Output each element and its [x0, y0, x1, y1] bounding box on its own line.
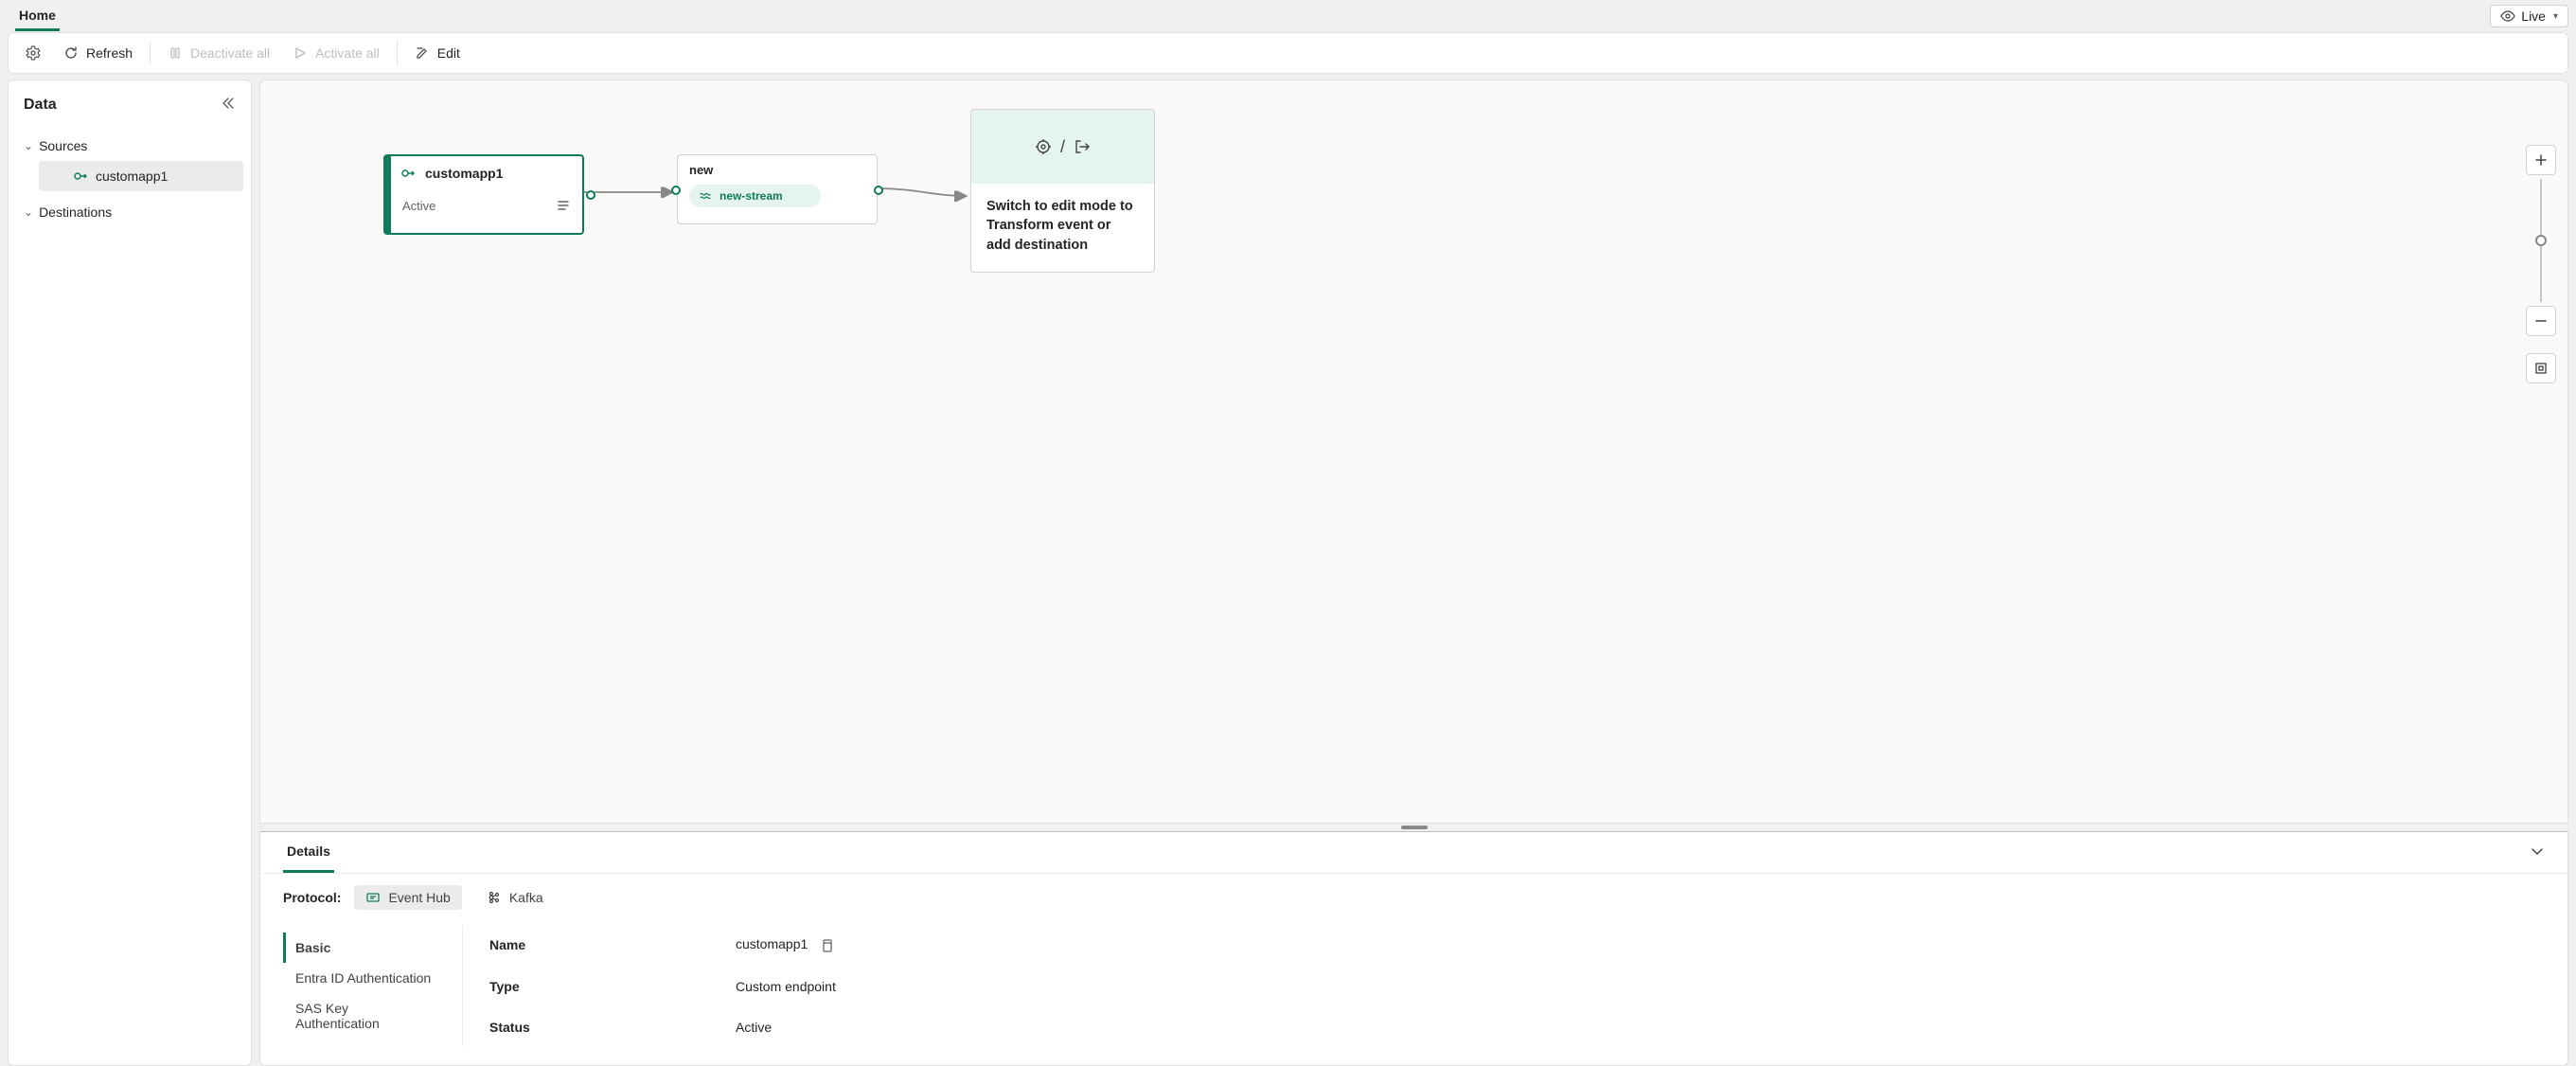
- destinations-label: Destinations: [39, 204, 112, 220]
- zoom-in-button[interactable]: [2526, 145, 2556, 175]
- zoom-out-button[interactable]: [2526, 306, 2556, 336]
- zoom-slider-thumb[interactable]: [2535, 235, 2547, 246]
- field-name-value-row: customapp1: [736, 936, 836, 952]
- activate-all-label: Activate all: [315, 45, 380, 61]
- plus-icon: [2534, 153, 2548, 167]
- details-nav-entra[interactable]: Entra ID Authentication: [283, 963, 443, 993]
- transform-icon: [1034, 137, 1053, 156]
- play-icon: [293, 45, 308, 61]
- minus-icon: [2534, 314, 2548, 328]
- details-nav-basic[interactable]: Basic: [283, 933, 443, 963]
- chevron-down-icon: [2530, 844, 2545, 859]
- chevron-down-icon: ⌄: [24, 139, 33, 152]
- copy-name-button[interactable]: [819, 938, 834, 953]
- panel-resize-handle[interactable]: [259, 824, 2568, 831]
- node-port-out[interactable]: [586, 190, 595, 200]
- protocol-kafka-button[interactable]: Kafka: [475, 885, 555, 910]
- toolbar-separator: [397, 42, 398, 64]
- tree-section-destinations[interactable]: ⌄ Destinations: [16, 199, 243, 225]
- pipeline-canvas[interactable]: customapp1 Active new: [259, 80, 2568, 824]
- edit-button[interactable]: Edit: [405, 40, 470, 66]
- edit-label: Edit: [437, 45, 460, 61]
- endpoint-icon: [73, 169, 88, 184]
- stream-pill-label: new-stream: [720, 189, 783, 203]
- node-source-customapp1[interactable]: customapp1 Active: [383, 154, 584, 235]
- endpoint-icon: [400, 166, 416, 181]
- field-type-label: Type: [489, 979, 736, 994]
- collapse-sidebar-button[interactable]: [221, 96, 236, 114]
- stream-pill[interactable]: new-stream: [689, 185, 821, 207]
- node-port-out[interactable]: [874, 186, 883, 195]
- settings-button[interactable]: [16, 40, 50, 66]
- activate-all-button[interactable]: Activate all: [283, 40, 389, 66]
- node-destination-placeholder[interactable]: / Switch to edit mode to Transform event…: [970, 109, 1155, 273]
- destination-hint-text: Switch to edit mode to Transform event o…: [971, 184, 1154, 272]
- node-status: Active: [402, 199, 435, 213]
- pause-icon: [168, 45, 183, 61]
- toolbar-separator: [150, 42, 151, 64]
- edit-icon: [415, 45, 430, 61]
- refresh-icon: [63, 45, 79, 61]
- sources-label: Sources: [39, 138, 87, 153]
- list-icon: [556, 198, 571, 213]
- protocol-eventhub-label: Event Hub: [388, 890, 450, 905]
- field-name-value: customapp1: [736, 936, 808, 951]
- details-nav: Basic Entra ID Authentication SAS Key Au…: [283, 925, 463, 1046]
- eventhub-icon: [365, 890, 381, 905]
- sidebar-item-customapp1[interactable]: customapp1: [39, 161, 243, 191]
- copy-icon: [819, 938, 834, 953]
- stream-icon: [699, 189, 712, 203]
- zoom-slider-track[interactable]: [2540, 179, 2542, 302]
- deactivate-all-button[interactable]: Deactivate all: [158, 40, 279, 66]
- field-status-label: Status: [489, 1020, 736, 1035]
- node-stream-new[interactable]: new new-stream: [677, 154, 878, 224]
- tab-details[interactable]: Details: [283, 832, 334, 873]
- details-nav-sas[interactable]: SAS Key Authentication: [283, 993, 443, 1039]
- deactivate-all-label: Deactivate all: [190, 45, 270, 61]
- live-mode-label: Live: [2521, 9, 2546, 24]
- edge-stream-to-dest: [878, 183, 972, 202]
- caret-down-icon: ▾: [2553, 11, 2558, 22]
- edge-source-to-stream: [584, 187, 679, 198]
- zoom-fit-button[interactable]: [2526, 353, 2556, 383]
- chevron-down-icon: ⌄: [24, 205, 33, 219]
- field-status-value: Active: [736, 1020, 836, 1035]
- resize-grip-icon: [1401, 826, 1428, 829]
- tab-home[interactable]: Home: [15, 2, 60, 31]
- toolbar: Refresh Deactivate all Activate all Edit: [8, 32, 2568, 74]
- fit-screen-icon: [2534, 362, 2548, 375]
- field-name-label: Name: [489, 937, 736, 952]
- field-type-value: Custom endpoint: [736, 979, 836, 994]
- chevron-double-left-icon: [221, 96, 236, 111]
- protocol-label: Protocol:: [283, 890, 341, 905]
- separator-slash: /: [1060, 137, 1065, 157]
- data-sidebar: Data ⌄ Sources customapp1 ⌄: [8, 80, 252, 1066]
- kafka-icon: [487, 890, 502, 905]
- protocol-eventhub-button[interactable]: Event Hub: [354, 885, 461, 910]
- gear-icon: [26, 45, 41, 61]
- details-panel: Details Protocol: Event Hub: [259, 831, 2568, 1066]
- sidebar-title: Data: [24, 97, 57, 114]
- refresh-button[interactable]: Refresh: [54, 40, 142, 66]
- eye-icon: [2500, 9, 2515, 24]
- live-mode-dropdown[interactable]: Live ▾: [2490, 5, 2568, 27]
- protocol-kafka-label: Kafka: [509, 890, 543, 905]
- output-icon: [1073, 137, 1092, 156]
- refresh-label: Refresh: [86, 45, 133, 61]
- protocol-row: Protocol: Event Hub: [260, 874, 2567, 921]
- node-port-in[interactable]: [671, 186, 681, 195]
- node-title: customapp1: [425, 166, 503, 181]
- sidebar-item-label: customapp1: [96, 169, 168, 184]
- details-properties: Name customapp1 Type Custom endpoint Sta…: [463, 925, 836, 1046]
- top-bar: Home Live ▾: [0, 0, 2576, 32]
- tree-section-sources[interactable]: ⌄ Sources: [16, 133, 243, 159]
- zoom-controls: [2526, 145, 2556, 383]
- stream-title: new: [689, 163, 865, 177]
- collapse-details-button[interactable]: [2530, 844, 2545, 862]
